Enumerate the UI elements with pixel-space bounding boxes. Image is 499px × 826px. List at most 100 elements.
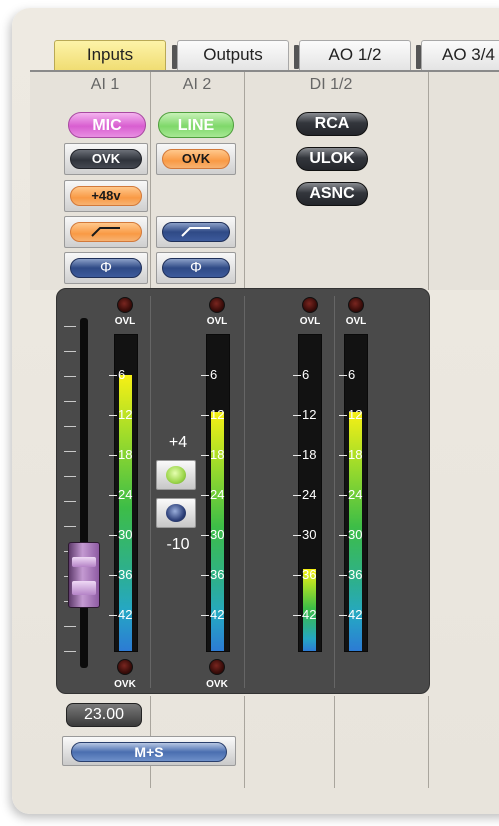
ovl-led-di2 xyxy=(348,297,364,313)
fader-tick xyxy=(64,626,76,627)
meter-tick xyxy=(201,615,209,616)
meter-tick xyxy=(293,575,301,576)
meter-tick xyxy=(109,575,117,576)
meter-tick xyxy=(339,415,347,416)
phantom-power-button[interactable]: +48v xyxy=(64,180,148,212)
fader-track[interactable] xyxy=(80,318,88,668)
asnc-indicator: ASNC xyxy=(296,182,368,206)
fader-tick xyxy=(64,651,76,652)
ovk-label: OVK xyxy=(114,679,136,690)
meter-tick-label: 12 xyxy=(118,407,133,422)
ovl-label: OVL xyxy=(299,316,321,327)
meter-tick-label: 24 xyxy=(302,487,317,502)
meter-tick-label: 42 xyxy=(348,607,363,622)
meter-tick xyxy=(109,495,117,496)
meter-tick xyxy=(201,575,209,576)
meter-tick xyxy=(293,415,301,416)
ovk-indicator: OVK xyxy=(70,149,142,169)
ovl-led-di1 xyxy=(302,297,318,313)
meter-tick-label: 36 xyxy=(210,567,225,582)
ai1-ovk-button[interactable]: OVK xyxy=(64,143,148,175)
gain-low-label: -10 xyxy=(166,536,190,553)
meter-tick xyxy=(201,375,209,376)
fader-knob[interactable] xyxy=(68,542,100,608)
meter-tick xyxy=(339,375,347,376)
meter-tick xyxy=(293,455,301,456)
meter-tick-label: 18 xyxy=(118,447,133,462)
tab-inputs[interactable]: Inputs xyxy=(54,40,166,70)
ovk-indicator: OVK xyxy=(162,149,230,169)
meter-tick-label: 18 xyxy=(210,447,225,462)
fader-tick xyxy=(64,501,76,502)
meter-tick-label: 36 xyxy=(348,567,363,582)
stereo-mode-button[interactable]: M+S xyxy=(62,736,236,766)
ovl-label: OVL xyxy=(206,316,228,327)
meter-tick xyxy=(293,375,301,376)
fader-tick xyxy=(64,326,76,327)
fader-tick xyxy=(64,401,76,402)
divider xyxy=(244,296,245,688)
meter-tick-label: 24 xyxy=(348,487,363,502)
meter-tick xyxy=(201,495,209,496)
gain-low-button[interactable] xyxy=(156,498,196,528)
meter-tick xyxy=(201,415,209,416)
fader-value-display[interactable]: 23.00 xyxy=(66,703,142,727)
divider xyxy=(334,696,335,788)
tab-ao-1-2[interactable]: AO 1/2 xyxy=(294,40,411,70)
ai1-high-pass-button[interactable] xyxy=(64,216,148,248)
high-pass-icon xyxy=(162,222,230,242)
meter-tick-label: 30 xyxy=(302,527,317,542)
meter-panel xyxy=(56,288,430,694)
divider xyxy=(150,72,151,290)
phase-icon: Φ xyxy=(162,258,230,278)
fader-tick xyxy=(64,476,76,477)
level-meter-ai2: 6 12 18 24 30 36 42 xyxy=(201,334,230,652)
meter-tick-label: 18 xyxy=(348,447,363,462)
meter-tick xyxy=(339,455,347,456)
divider xyxy=(334,296,335,688)
high-pass-icon xyxy=(70,222,142,242)
fader-tick xyxy=(64,426,76,427)
rca-button[interactable]: RCA xyxy=(296,112,368,136)
meter-tick-label: 36 xyxy=(302,567,317,582)
meter-tick-label: 30 xyxy=(118,527,133,542)
meter-tick-label: 42 xyxy=(118,607,133,622)
meter-tick-label: 42 xyxy=(302,607,317,622)
channel-header-ai1: AI 1 xyxy=(90,76,120,93)
meter-tick xyxy=(109,455,117,456)
channel-header-ai2: AI 2 xyxy=(182,76,212,93)
gain-high-label: +4 xyxy=(168,434,188,451)
meter-tick-label: 6 xyxy=(348,367,356,382)
phantom-label: +48v xyxy=(70,186,142,206)
divider xyxy=(428,696,429,788)
ai2-high-pass-button[interactable] xyxy=(156,216,236,248)
gain-high-button[interactable] xyxy=(156,460,196,490)
channel-header-di12: DI 1/2 xyxy=(309,76,353,93)
meter-tick-label: 30 xyxy=(348,527,363,542)
meter-tick xyxy=(201,535,209,536)
ai2-ovk-button[interactable]: OVK xyxy=(156,143,236,175)
ovl-led-ai1 xyxy=(117,297,133,313)
meter-tick xyxy=(339,535,347,536)
fader-tick xyxy=(64,451,76,452)
meter-tick-label: 18 xyxy=(302,447,317,462)
meter-tick xyxy=(339,615,347,616)
mic-button[interactable]: MIC xyxy=(68,112,146,138)
level-meter-di1: 6 12 18 24 30 36 42 xyxy=(293,334,322,652)
meter-tick-label: 36 xyxy=(118,567,133,582)
ovl-label: OVL xyxy=(114,316,136,327)
divider xyxy=(150,296,151,688)
tab-ao-3-4[interactable]: AO 3/4 xyxy=(416,40,499,70)
line-button[interactable]: LINE xyxy=(158,112,234,138)
ai1-phase-button[interactable]: Φ xyxy=(64,252,148,284)
phase-icon: Φ xyxy=(70,258,142,278)
meter-tick-label: 6 xyxy=(210,367,218,382)
meter-tick xyxy=(339,575,347,576)
tab-outputs[interactable]: Outputs xyxy=(172,40,289,70)
fader-tick xyxy=(64,526,76,527)
divider xyxy=(428,72,429,290)
meter-tick-label: 12 xyxy=(348,407,363,422)
divider xyxy=(244,696,245,788)
meter-tick-label: 12 xyxy=(210,407,225,422)
ai2-phase-button[interactable]: Φ xyxy=(156,252,236,284)
